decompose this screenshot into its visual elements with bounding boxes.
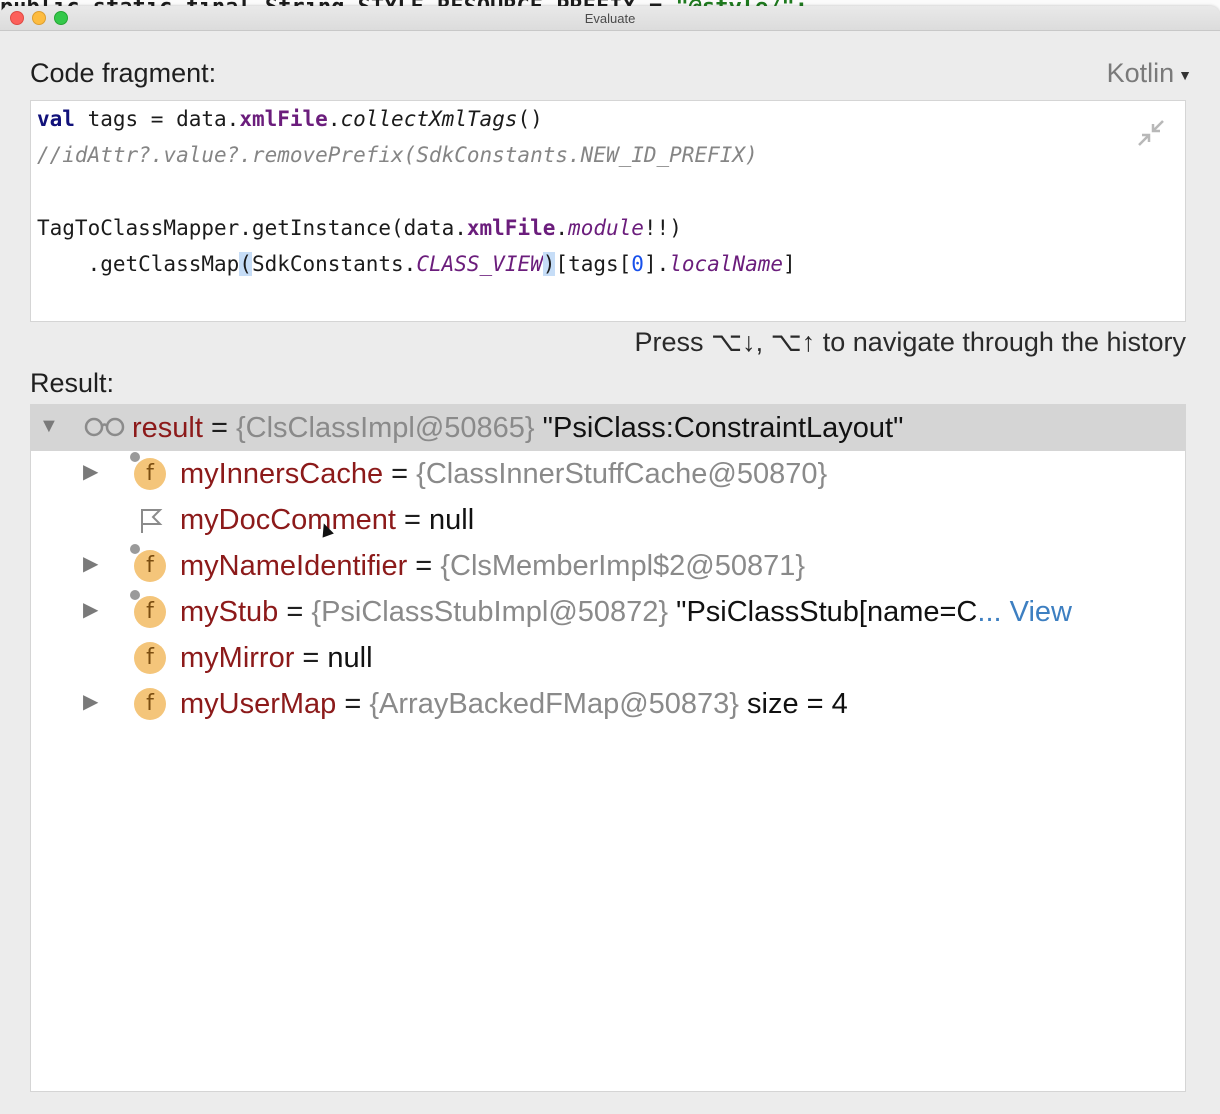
code-token: collectXmlTags [340, 107, 518, 131]
triangle-down-icon[interactable]: ▼ [39, 415, 61, 437]
tree-row-text: myInnersCache = {ClassInnerStuffCache@50… [180, 458, 827, 490]
variable-type: {ClsClassImpl@50865} [235, 412, 535, 444]
language-dropdown[interactable]: Kotlin ▼ [1107, 58, 1192, 89]
code-token: .getClassMap [37, 252, 240, 276]
variable-value: null [429, 504, 475, 536]
code-token: ]. [643, 252, 670, 276]
tree-row-text: myUserMap = {ArrayBackedFMap@50873} size… [180, 688, 848, 720]
field-icon: f [134, 642, 166, 674]
triangle-right-icon[interactable]: ▶ [83, 691, 105, 713]
triangle-right-icon[interactable]: ▶ [83, 599, 105, 621]
code-line-1: val tags = data.xmlFile.collectXmlTags() [37, 105, 543, 133]
code-line-2: //idAttr?.value?.removePrefix(SdkConstan… [37, 141, 758, 169]
variable-value: "PsiClassStub[name=C [668, 596, 978, 628]
flag-icon [138, 507, 164, 535]
tree-row-field[interactable]: f myMirror = null [31, 635, 1185, 681]
code-token: val [37, 107, 75, 131]
title-bar: Evaluate [0, 6, 1220, 31]
language-value: Kotlin [1106, 58, 1175, 88]
code-token: !!) [643, 216, 682, 240]
result-label: Result: [30, 368, 115, 398]
tree-row-text: myNameIdentifier = {ClsMemberImpl$2@5087… [180, 550, 805, 582]
variable-value: size = 4 [738, 688, 848, 720]
brace-highlight: ( [239, 252, 252, 276]
code-fragment-editor[interactable]: val tags = data.xmlFile.collectXmlTags()… [30, 100, 1186, 322]
code-token: . [555, 216, 569, 240]
evaluate-dialog: Evaluate Code fragment: Kotlin ▼ val tags… [0, 6, 1220, 1114]
code-token: . [327, 107, 341, 131]
tree-row-text: result = {ClsClassImpl@50865} "PsiClass:… [132, 412, 903, 444]
code-token: tags = data. [74, 107, 240, 131]
tree-row-field[interactable]: ▶ f myStub = {PsiClassStubImpl@50872} "P… [31, 589, 1185, 635]
window-title: Evaluate [584, 11, 636, 26]
variable-name: result [132, 412, 203, 444]
result-tree[interactable]: ▼ result = {ClsClassImpl@50865} "PsiClas… [30, 404, 1186, 1092]
code-token: () [517, 107, 543, 131]
variable-name: myUserMap [180, 688, 337, 720]
variable-type: {ClassInnerStuffCache@50870} [416, 458, 828, 490]
history-hint: Press ⌥↓, ⌥↑ to navigate through the his… [634, 327, 1186, 357]
equals-sign: = [395, 504, 429, 536]
code-token: [tags[ [555, 252, 632, 276]
variable-type: {ArrayBackedFMap@50873} [369, 688, 739, 720]
view-link[interactable]: ... View [977, 596, 1072, 628]
glasses-icon [83, 412, 127, 442]
variable-value: null [327, 642, 373, 674]
code-token: xmlFile [239, 107, 328, 131]
final-modifier-icon [130, 590, 140, 600]
code-fragment-label: Code fragment: [30, 58, 217, 88]
code-comment: //idAttr?.value?.removePrefix(SdkConstan… [37, 143, 758, 167]
tree-row-field[interactable]: ▶ f myInnersCache = {ClassInnerStuffCach… [31, 451, 1185, 497]
equals-sign: = [202, 412, 236, 444]
equals-sign: = [407, 550, 441, 582]
code-token: module [568, 216, 644, 240]
tree-row-field[interactable]: myDocComment = null [31, 497, 1185, 543]
variable-name: myInnersCache [180, 458, 384, 490]
variable-name: myStub [180, 596, 279, 628]
field-icon: f [134, 458, 166, 490]
code-token: CLASS_VIEW [416, 252, 543, 276]
code-token: SdkConstants. [251, 252, 417, 276]
code-number: 0 [631, 252, 644, 276]
code-token: localName [669, 252, 784, 276]
code-token: xmlFile [466, 216, 556, 240]
equals-sign: = [383, 458, 417, 490]
triangle-right-icon[interactable]: ▶ [83, 461, 105, 483]
tree-row-field[interactable]: ▶ f myUserMap = {ArrayBackedFMap@50873} … [31, 681, 1185, 727]
field-icon: f [134, 596, 166, 628]
tree-row-field[interactable]: ▶ f myNameIdentifier = {ClsMemberImpl$2@… [31, 543, 1185, 589]
variable-type: {ClsMemberImpl$2@50871} [440, 550, 806, 582]
final-modifier-icon [130, 544, 140, 554]
field-icon: f [134, 550, 166, 582]
equals-sign: = [294, 642, 328, 674]
variable-name: myNameIdentifier [180, 550, 408, 582]
equals-sign: = [336, 688, 370, 720]
variable-value: "PsiClass:ConstraintLayout" [534, 412, 904, 444]
tree-row-result[interactable]: ▼ result = {ClsClassImpl@50865} "PsiClas… [31, 405, 1185, 451]
final-modifier-icon [130, 452, 140, 462]
code-token: ] [783, 252, 796, 276]
code-line-5: .getClassMap(SdkConstants.CLASS_VIEW)[ta… [37, 250, 796, 278]
equals-sign: = [278, 596, 312, 628]
variable-name: myMirror [180, 642, 295, 674]
code-line-4: TagToClassMapper.getInstance(data.xmlFil… [37, 214, 682, 242]
triangle-right-icon[interactable]: ▶ [83, 553, 105, 575]
field-icon: f [134, 688, 166, 720]
tree-row-text: myMirror = null [180, 642, 373, 674]
tree-row-text: myStub = {PsiClassStubImpl@50872} "PsiCl… [180, 596, 1072, 628]
code-token: TagToClassMapper.getInstance(data. [37, 216, 467, 240]
brace-highlight: ) [542, 252, 556, 276]
collapse-arrows-icon[interactable] [1135, 117, 1167, 149]
variable-type: {PsiClassStubImpl@50872} [311, 596, 669, 628]
chevron-down-icon: ▼ [1178, 66, 1192, 83]
variable-name: myDocComment [180, 504, 396, 536]
